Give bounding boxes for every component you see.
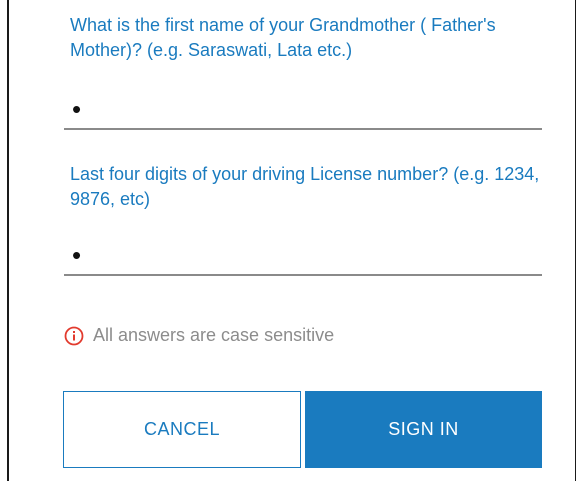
info-circle-icon bbox=[64, 326, 84, 346]
case-sensitive-hint: All answers are case sensitive bbox=[64, 325, 334, 346]
question-1-label: What is the first name of your Grandmoth… bbox=[70, 15, 496, 60]
question-2-label: Last four digits of your driving License… bbox=[70, 164, 540, 209]
cancel-button[interactable]: CANCEL bbox=[63, 391, 301, 468]
sign-in-button-label: SIGN IN bbox=[388, 419, 459, 439]
cancel-button-label: CANCEL bbox=[143, 419, 221, 439]
sign-in-button[interactable]: SIGN IN bbox=[305, 391, 542, 468]
question-1-answer-field[interactable] bbox=[64, 90, 542, 130]
security-questions-panel: What is the first name of your Grandmoth… bbox=[7, 0, 576, 481]
hint-text: All answers are case sensitive bbox=[93, 325, 335, 345]
question-2-answer-field[interactable] bbox=[64, 236, 542, 276]
